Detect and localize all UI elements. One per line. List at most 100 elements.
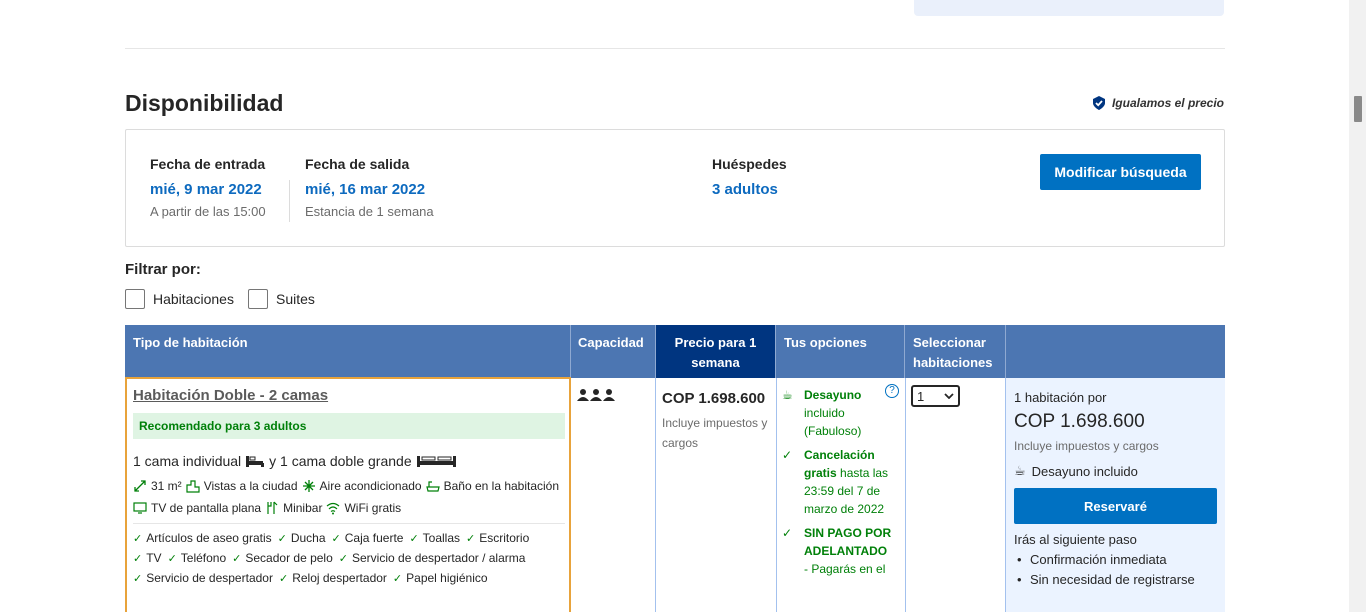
header-options: Tus opciones — [776, 325, 905, 378]
feature-item: ✓ Ducha — [277, 531, 326, 545]
filter-suites-checkbox[interactable] — [248, 289, 268, 309]
price-taxes-note: Incluye impuestos y cargos — [662, 416, 768, 450]
city-view-icon — [186, 480, 200, 493]
checkout-date[interactable]: mié, 16 mar 2022 — [305, 181, 434, 198]
tv-icon — [133, 502, 147, 514]
reservation-price: COP 1.698.600 — [1014, 411, 1145, 432]
search-summary: Fecha de entrada mié, 9 mar 2022 A parti… — [125, 129, 1225, 247]
feature-item: ✓ Papel higiénico — [392, 571, 488, 585]
bath-icon — [425, 481, 440, 492]
capacity-cell — [571, 378, 656, 612]
check-icon: ✓ — [278, 572, 289, 585]
features-row-3: ✓ Servicio de despertador ✓ Reloj desperta… — [133, 571, 563, 585]
filter-suites[interactable]: Suites — [248, 289, 315, 309]
room-quantity-select[interactable]: 1 — [911, 385, 960, 407]
feature-item: ✓ Escritorio — [466, 531, 530, 545]
shield-check-icon — [1092, 96, 1105, 110]
check-icon: ✓ — [338, 552, 348, 565]
feature-item: ✓ Reloj despertador — [278, 571, 387, 585]
check-icon: ✓ — [466, 532, 476, 545]
check-icon: ✓ — [133, 552, 143, 565]
check-icon: ✓ — [392, 572, 403, 585]
feature-item: ✓ Servicio de despertador / alarma — [338, 551, 526, 565]
room-size-icon — [134, 480, 146, 492]
snowflake-icon — [302, 480, 315, 492]
checkout-label: Fecha de salida — [305, 156, 410, 172]
option-no-prepay: ✓ SIN PAGO POR ADELANTADO - Pagarás en el — [782, 526, 892, 576]
check-icon: ✓ — [133, 532, 143, 545]
three-persons-icon — [577, 389, 615, 401]
amenity-wifi: WiFi gratis — [344, 501, 402, 515]
amenity-ac: Aire acondicionado — [319, 479, 422, 493]
checkin-time: A partir de las 15:00 — [150, 204, 266, 219]
feature-item: ✓ Artículos de aseo gratis — [133, 531, 272, 545]
next-step-note: Irás al siguiente paso — [1014, 532, 1137, 547]
coffee-cup-icon: ☕ — [782, 388, 793, 402]
checkout-block: Fecha de salida mié, 16 mar 2022 Estanci… — [305, 156, 434, 219]
guests-block: Huéspedes 3 adultos — [712, 156, 787, 198]
check-icon: ✓ — [277, 532, 287, 545]
check-icon: ✓ — [331, 532, 341, 545]
filter-title: Filtrar por: — [125, 261, 201, 278]
scrollbar-thumb[interactable] — [1354, 96, 1362, 122]
check-icon: ✓ — [409, 532, 419, 545]
reserve-button[interactable]: Reservaré — [1014, 488, 1217, 524]
feature-item: ✓ Secador de pelo — [232, 551, 333, 565]
stay-length: Estancia de 1 semana — [305, 204, 434, 219]
check-icon: ✓ — [782, 448, 793, 462]
header-select: Seleccionar habitaciones — [905, 325, 1006, 378]
bed-info: 1 cama individual y 1 cama doble grande — [133, 453, 563, 469]
room-price: COP 1.698.600 — [662, 390, 766, 407]
minibar-icon — [267, 501, 278, 514]
selected-quantity: 1 — [917, 388, 925, 404]
option-free-cancel: ✓ Cancelación gratis hasta las 23:59 del… — [782, 448, 889, 516]
feature-item: ✓ TV — [133, 551, 162, 565]
date-separator — [289, 180, 290, 222]
recommended-badge: Recomendado para 3 adultos — [133, 413, 565, 439]
header-room-type: Tipo de habitación — [125, 325, 571, 378]
filter-rooms-checkbox[interactable] — [125, 289, 145, 309]
bed-single-label: 1 cama individual — [133, 453, 242, 469]
header-price: Precio para 1 semana — [656, 325, 776, 378]
guests-label: Huéspedes — [712, 156, 787, 172]
check-icon: ✓ — [232, 552, 242, 565]
filter-rooms-label: Habitaciones — [153, 291, 234, 307]
bed-double-label: y 1 cama doble grande — [269, 453, 412, 469]
filter-suites-label: Suites — [276, 291, 315, 307]
features-row-1: ✓ Artículos de aseo gratis ✓ Ducha ✓ Caja f… — [133, 531, 563, 545]
filter-rooms[interactable]: Habitaciones — [125, 289, 234, 309]
chevron-down-icon — [944, 393, 954, 399]
feature-item: ✓ Caja fuerte — [331, 531, 404, 545]
price-cell: COP 1.698.600 Incluye impuestos y cargos — [656, 378, 776, 612]
feature-item: ✓ Teléfono — [167, 551, 227, 565]
checkin-date[interactable]: mié, 9 mar 2022 — [150, 181, 266, 198]
reservation-count: 1 habitación por — [1014, 390, 1107, 405]
amenity-minibar: Minibar — [283, 501, 323, 515]
wifi-icon — [327, 502, 340, 515]
room-type-cell: Habitación Doble - 2 camas Recomendado p… — [125, 377, 571, 612]
single-bed-icon — [246, 456, 265, 467]
options-cell: ☕ Desayuno incluido (Fabuloso) ✓ Cancelac… — [776, 378, 905, 612]
coffee-cup-icon: ☕ — [1014, 463, 1026, 478]
price-match-label: Igualamos el precio — [1111, 96, 1224, 110]
price-match-link[interactable]: Igualamos el precio — [1091, 95, 1224, 111]
benefit-item: Sin necesidad de registrarse — [1014, 572, 1217, 587]
amenity-tv: TV de pantalla plana — [151, 501, 262, 515]
help-question-icon[interactable]: ? — [885, 384, 899, 398]
modify-search-button[interactable]: Modificar búsqueda — [1040, 154, 1201, 190]
section-title: Disponibilidad — [125, 90, 284, 116]
amenities-row-2: TV de pantalla plana Minibar WiFi gratis — [133, 501, 563, 515]
amenities-row-1: 31 m² Vistas a la ciudad Aire acondicion… — [133, 479, 563, 493]
guests-value[interactable]: 3 adultos — [712, 181, 787, 198]
check-icon: ✓ — [167, 552, 177, 565]
features-row-2: ✓ TV ✓ Teléfono ✓ Secador de pelo ✓ Servicio… — [133, 551, 563, 565]
select-cell: 1 — [905, 378, 1006, 612]
checkin-block: Fecha de entrada mié, 9 mar 2022 A parti… — [150, 156, 266, 219]
check-icon: ✓ — [782, 526, 793, 540]
double-bed-icon — [416, 456, 456, 467]
page-scrollbar[interactable] — [1349, 0, 1366, 612]
reservation-panel: 1 habitación por COP 1.698.600 Incluye i… — [1006, 378, 1225, 612]
room-name-link[interactable]: Habitación Doble - 2 camas — [133, 387, 563, 404]
divider — [125, 48, 1225, 49]
reservation-breakfast: ☕ Desayuno incluido — [1014, 463, 1217, 479]
